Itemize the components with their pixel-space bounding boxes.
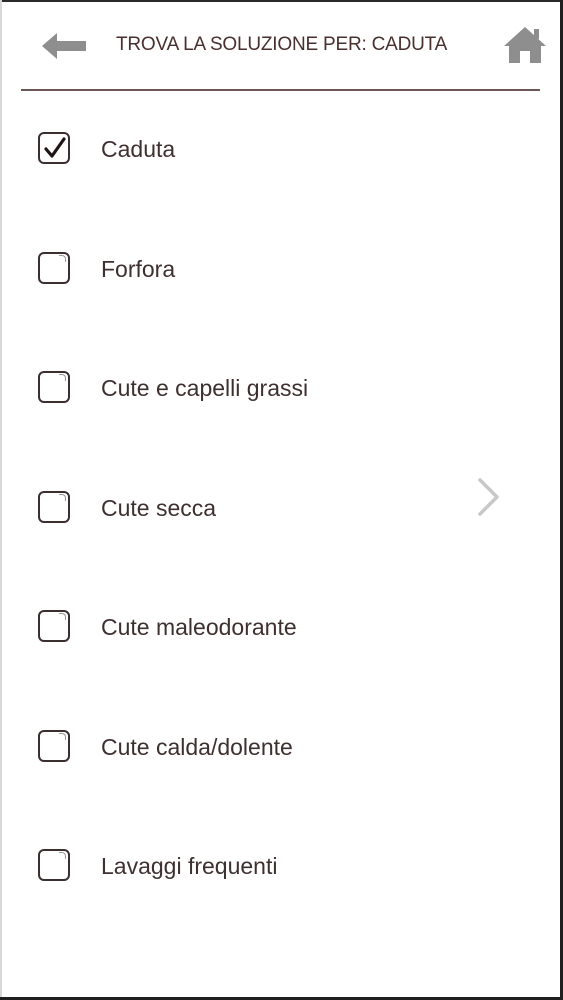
list-item[interactable]: Cute maleodorante xyxy=(0,569,560,689)
list-item-label: Forfora xyxy=(101,255,176,282)
list-item-label: Cute secca xyxy=(101,494,217,521)
back-button[interactable] xyxy=(36,26,92,66)
checkbox[interactable] xyxy=(38,849,70,881)
list-item-label: Cute e capelli grassi xyxy=(101,375,309,401)
page-title: TROVA LA SOLUZIONE PER: CADUTA xyxy=(116,34,448,55)
home-button[interactable] xyxy=(500,22,550,68)
checkbox[interactable] xyxy=(38,610,70,642)
list-item[interactable]: Forfora xyxy=(0,211,560,331)
checkbox-checked[interactable] xyxy=(38,132,70,164)
list-item-label: Caduta xyxy=(101,136,176,162)
list-item-label: Cute maleodorante xyxy=(101,614,297,640)
checkbox[interactable] xyxy=(38,490,70,523)
home-icon xyxy=(504,27,546,63)
list-item-label: Lavaggi frequenti xyxy=(101,853,278,879)
arrow-left-icon xyxy=(42,33,86,59)
list-item-label: Cute calda/dolente xyxy=(101,733,293,760)
checkmark-icon xyxy=(44,137,66,158)
checkbox[interactable] xyxy=(38,371,70,403)
list-item[interactable]: Cute calda/dolente xyxy=(0,689,560,809)
list-item[interactable]: Cute e capelli grassi xyxy=(0,330,560,450)
checkbox[interactable] xyxy=(38,251,70,284)
list-item[interactable]: Caduta xyxy=(0,91,560,211)
list-item[interactable]: Lavaggi frequenti xyxy=(0,808,560,928)
checkbox[interactable] xyxy=(38,729,70,762)
chevron-right-icon[interactable] xyxy=(474,477,502,517)
header-bar: TROVA LA SOLUZIONE PER: CADUTA xyxy=(0,0,563,92)
